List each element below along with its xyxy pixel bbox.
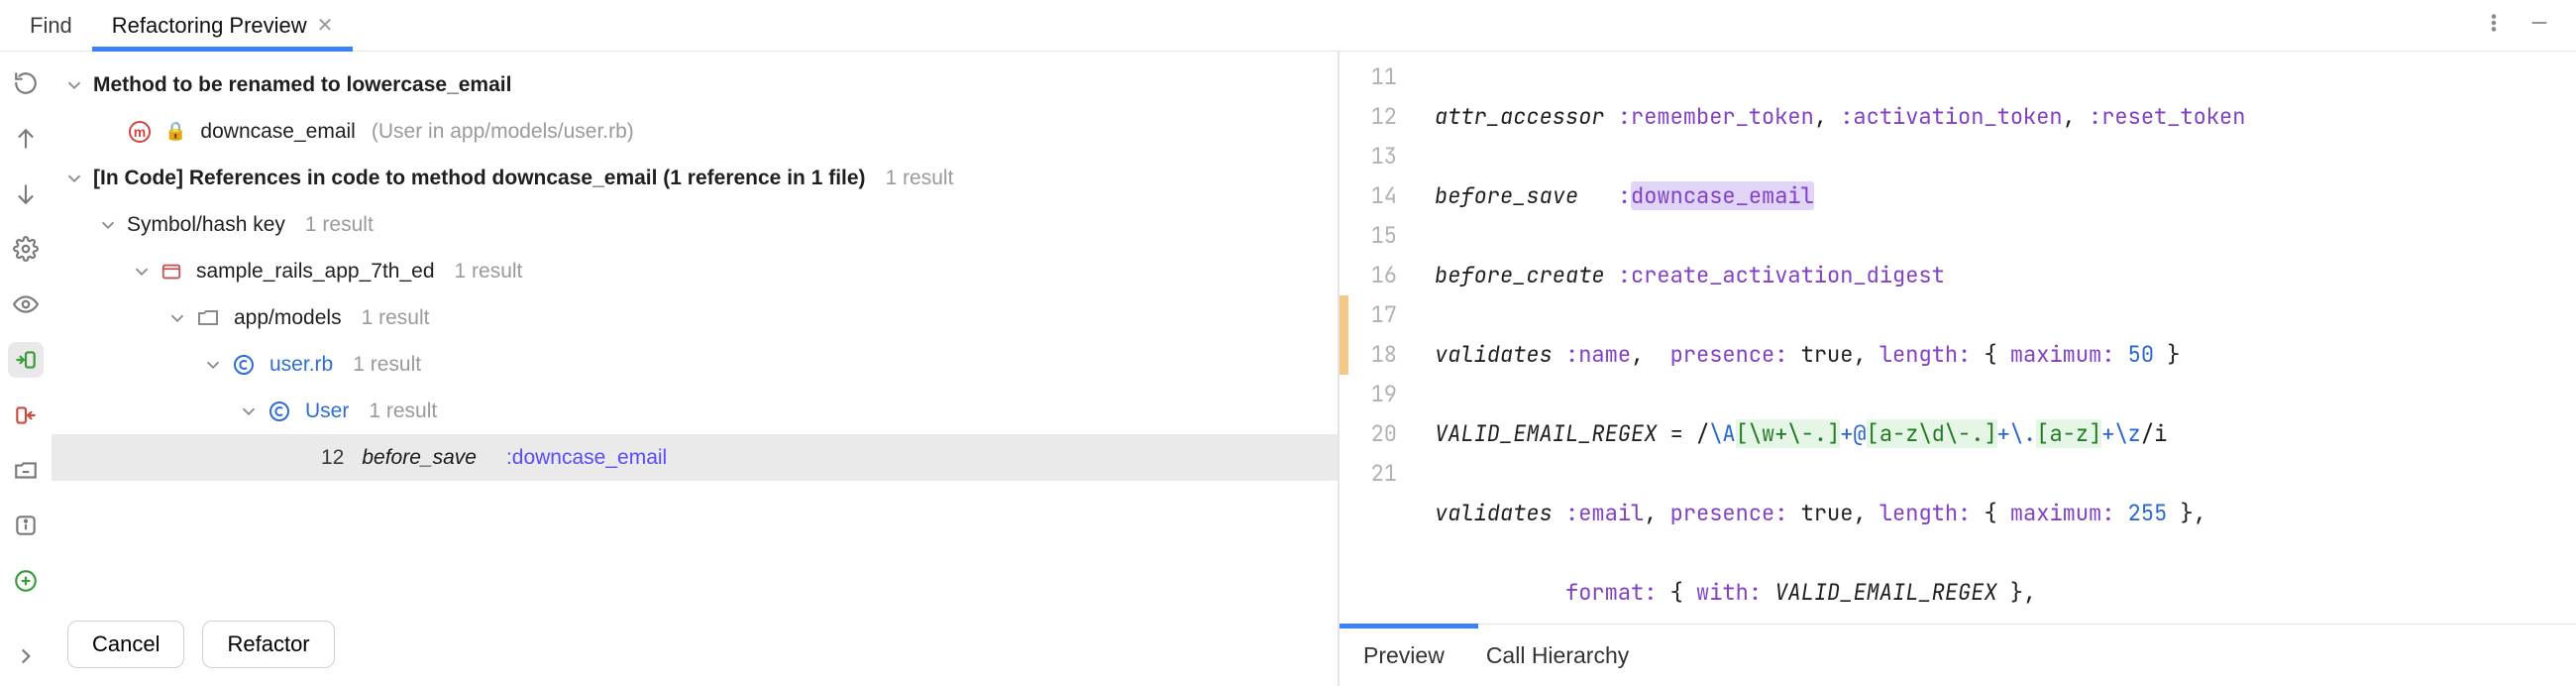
active-tab-indicator [1340,624,1478,629]
code-line: VALID_EMAIL_REGEX = /\A[\w+\-.]+@[a-z\d\… [1435,414,2576,454]
usage-prefix: before_save [362,446,477,470]
code-line: before_save :downcase_email [1435,176,2576,216]
method-icon: m [129,121,151,143]
code-line: validates :name, presence: true, length:… [1435,335,2576,375]
chevron-right-icon[interactable] [8,638,44,674]
refactor-button[interactable]: Refactor [202,621,334,668]
tree-folder-row[interactable]: app/models 1 result [52,294,1338,341]
tree-project-row[interactable]: sample_rails_app_7th_ed 1 result [52,248,1338,294]
gutter-line: 13 [1340,137,1397,176]
project-icon [161,261,182,283]
kebab-menu-icon[interactable] [2483,12,2505,40]
toolwindow-topbar: Find Refactoring Preview ✕ [0,0,2576,52]
project-name: sample_rails_app_7th_ed [196,260,435,284]
file-name: user.rb [269,353,333,377]
gutter-line: 21 [1340,454,1397,494]
tab-call-hierarchy[interactable]: Call Hierarchy [1486,642,1629,669]
chevron-down-icon[interactable] [166,307,188,329]
code-line: format: { with: VALID_EMAIL_REGEX }, [1435,573,2576,613]
chevron-down-icon[interactable] [131,261,153,283]
target-detail: (User in app/models/user.rb) [372,120,634,144]
chevron-down-icon[interactable] [238,400,260,422]
symbol-result-count: 1 result [305,213,374,237]
refactoring-tree-panel: Method to be renamed to lowercase_email … [52,52,1340,686]
gutter-line: 20 [1340,414,1397,454]
code-preview[interactable]: attr_accessor :remember_token, :activati… [1415,52,2576,624]
folder-path: app/models [234,306,342,330]
class-icon [232,353,256,377]
class-name: User [305,400,349,423]
chevron-down-icon[interactable] [202,354,224,376]
eye-icon[interactable] [8,286,44,322]
folder-result-count: 1 result [362,306,430,330]
project-result-count: 1 result [455,260,523,284]
info-icon[interactable] [8,509,44,544]
gutter-line: 19 [1340,375,1397,414]
chevron-down-icon[interactable] [97,214,119,236]
tab-preview[interactable]: Preview [1363,642,1445,669]
tab-find-label: Find [30,13,72,39]
tree-symbol-row[interactable]: Symbol/hash key 1 result [52,201,1338,248]
code-line: validates :email, presence: true, length… [1435,494,2576,533]
tab-refactoring-preview-label: Refactoring Preview [112,13,307,39]
minimize-icon[interactable] [2528,12,2550,40]
folder-icon [196,306,220,330]
symbol-label: Symbol/hash key [127,213,285,237]
arrow-down-icon[interactable] [8,176,44,212]
tree-target-row[interactable]: m 🔒 downcase_email (User in app/models/u… [52,108,1338,155]
arrow-up-icon[interactable] [8,121,44,157]
chevron-down-icon[interactable] [63,168,85,189]
tree-heading-row[interactable]: Method to be renamed to lowercase_email [52,61,1338,108]
chevron-down-icon[interactable] [63,74,85,96]
remove-folder-icon[interactable] [8,453,44,489]
code-line: attr_accessor :remember_token, :activati… [1435,97,2576,137]
gutter-line: 16 [1340,256,1397,295]
gutter-line: 15 [1340,216,1397,256]
tree-references-row[interactable]: [In Code] References in code to method d… [52,155,1338,201]
tree-usage-row[interactable]: 12 before_save :downcase_email [52,434,1338,481]
gutter-line: 12 [1340,97,1397,137]
target-method: downcase_email [200,120,355,144]
code-line: before_create :create_activation_digest [1435,256,2576,295]
references-result-count: 1 result [886,167,954,190]
code-gutter: 11 12 13 14 15 16 17 18 19 20 21 [1340,52,1415,624]
lock-icon: 🔒 [164,121,186,142]
cancel-button[interactable]: Cancel [67,621,184,668]
gutter-line: 11 [1340,57,1397,97]
class-icon [268,400,291,423]
button-row: Cancel Refactor [52,607,1338,686]
gutter-change-marker [1340,295,1348,375]
tab-refactoring-preview[interactable]: Refactoring Preview ✕ [92,0,354,51]
tab-find[interactable]: Find [10,0,92,51]
references-label: [In Code] References in code to method d… [93,167,866,190]
tree-heading: Method to be renamed to lowercase_email [93,73,511,97]
tree-file-row[interactable]: user.rb 1 result [52,341,1338,388]
rerun-icon[interactable] [8,65,44,101]
close-icon[interactable]: ✕ [317,13,334,38]
tree-class-row[interactable]: User 1 result [52,388,1338,434]
exclude-icon[interactable] [8,398,44,433]
preview-tab-bar: Preview Call Hierarchy [1340,625,2576,686]
preview-panel: 11 12 13 14 15 16 17 18 19 20 21 attr_ac… [1340,52,2576,686]
usage-symbol: :downcase_email [506,446,667,470]
gutter-line: 14 [1340,176,1397,216]
settings-icon[interactable] [8,231,44,267]
file-result-count: 1 result [353,353,421,377]
add-icon[interactable] [8,563,44,599]
toolbar-sidebar [0,52,52,686]
class-result-count: 1 result [369,400,437,423]
include-icon[interactable] [8,342,44,378]
usage-line-number: 12 [321,446,344,470]
